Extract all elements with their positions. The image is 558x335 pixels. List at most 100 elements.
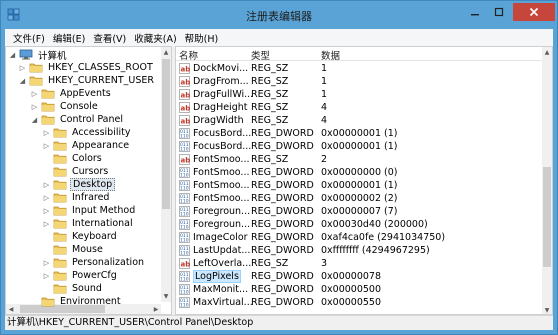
tree-item[interactable]: Cursors <box>42 165 110 178</box>
menu-edit[interactable]: 编辑(E) <box>49 31 89 45</box>
tree-item[interactable]: ▷ HKEY_CLASSES_ROOT <box>18 61 155 74</box>
folder-icon <box>53 219 67 229</box>
column-header-data[interactable]: 数据 <box>321 48 340 62</box>
tree-item[interactable]: ▷ Infrared <box>42 191 111 204</box>
list-row[interactable]: ab FontSmoo... REG_SZ 2 <box>176 153 542 166</box>
collapsed-arrow-icon[interactable]: ▷ <box>42 270 51 281</box>
svg-text:110: 110 <box>180 199 189 205</box>
list-row[interactable]: 011 110 MaxVirtual... REG_DWORD 0x00000550 <box>176 296 542 309</box>
menu-help[interactable]: 帮助(H) <box>181 31 223 45</box>
list-row[interactable]: ab DockMovi... REG_SZ 1 <box>176 62 542 75</box>
binary-value-icon: 011110 <box>179 232 190 243</box>
binary-value-icon: 011110 <box>179 271 190 282</box>
scroll-up-arrow-icon[interactable]: ▲ <box>542 47 552 58</box>
tree-item[interactable]: ▷ Console <box>30 100 100 113</box>
svg-text:110: 110 <box>180 303 189 309</box>
title-bar[interactable]: 注册表编辑器 <box>1 1 557 29</box>
scroll-up-arrow-icon[interactable]: ▲ <box>161 47 171 58</box>
tree-item[interactable]: Environment <box>30 295 123 308</box>
values-list[interactable]: 名称 类型 数据 ▲ ▼ ab DockMovi... REG_SZ 1 ab DragF… <box>175 46 553 315</box>
tree-item[interactable]: ▷ Input Method <box>42 204 137 217</box>
string-value-icon: ab <box>179 154 190 165</box>
value-type: REG_DWORD <box>251 180 314 191</box>
tree-item[interactable]: ▷ International <box>42 217 135 230</box>
list-row[interactable]: 011 110 ImageColor REG_DWORD 0xaf4ca0fe (294… <box>176 231 542 244</box>
scroll-left-arrow-icon[interactable]: ◀ <box>6 304 16 314</box>
tree-item[interactable]: Sound <box>42 282 104 295</box>
binary-value-icon: 011110 <box>179 219 190 230</box>
collapsed-arrow-icon[interactable]: ▷ <box>42 257 51 268</box>
menu-file[interactable]: 文件(F) <box>9 31 49 45</box>
scroll-down-arrow-icon[interactable]: ▼ <box>161 291 171 302</box>
collapsed-arrow-icon[interactable]: ▷ <box>42 127 51 138</box>
minimize-button[interactable] <box>463 3 487 21</box>
value-data-cell: 1 <box>321 75 546 88</box>
collapsed-arrow-icon[interactable]: ▷ <box>30 101 39 112</box>
value-data-cell: 0x00000550 <box>321 296 546 309</box>
value-type-cell: REG_DWORD <box>251 140 321 153</box>
binary-value-icon: 011110 <box>179 141 190 152</box>
close-button[interactable] <box>513 3 555 21</box>
tree-item-label: HKEY_CLASSES_ROOT <box>48 62 153 73</box>
list-row[interactable]: 011 110 LastUpdat... REG_DWORD 0xffffffff (4… <box>176 244 542 257</box>
list-row[interactable]: ab LeftOverla... REG_SZ 3 <box>176 257 542 270</box>
expanded-arrow-icon[interactable]: ◢ <box>30 114 39 125</box>
tree-item[interactable]: ▷ Appearance <box>42 139 131 152</box>
collapsed-arrow-icon[interactable]: ▷ <box>42 192 51 203</box>
list-row[interactable]: ab DragWidth REG_SZ 4 <box>176 114 542 127</box>
folder-icon <box>53 284 67 294</box>
menu-favorites[interactable]: 收藏夹(A) <box>130 31 180 45</box>
tree-item-label: Appearance <box>72 140 130 151</box>
value-data: 0x00000078 <box>321 271 382 282</box>
list-row[interactable]: ab DragHeight REG_SZ 4 <box>176 101 542 114</box>
value-data: 4 <box>321 115 328 126</box>
tree-item[interactable]: ▷ Personalization <box>42 256 146 269</box>
list-row[interactable]: 011 110 FontSmoo... REG_DWORD 0x00000000 (0) <box>176 166 542 179</box>
tree-item[interactable]: Keyboard <box>42 230 119 243</box>
collapsed-arrow-icon[interactable]: ▷ <box>30 88 39 99</box>
tree-item[interactable]: ▷ PowerCfg <box>42 269 119 282</box>
list-row[interactable]: 011 110 Foregroun... REG_DWORD 0x00000007 (7… <box>176 205 542 218</box>
expanded-arrow-icon[interactable]: ◢ <box>8 49 17 60</box>
expanded-arrow-icon[interactable]: ◢ <box>18 75 27 86</box>
list-row[interactable]: 011 110 FocusBord... REG_DWORD 0x00000001 (1… <box>176 140 542 153</box>
value-data-cell: 4 <box>321 101 546 114</box>
value-name: FontSmoo... <box>193 193 250 204</box>
list-row[interactable]: 011 110 LogPixels REG_DWORD 0x00000078 <box>176 270 542 283</box>
column-header-name[interactable]: 名称 <box>179 48 198 62</box>
tree-item[interactable]: ◢ 计算机 <box>8 48 69 62</box>
collapsed-arrow-icon[interactable]: ▷ <box>18 62 27 73</box>
svg-text:110: 110 <box>180 238 189 244</box>
svg-text:ab: ab <box>181 157 191 165</box>
registry-tree[interactable]: ▲ ▼ ◀ ▶ ◢ 计算机 ▷ HKEY_CLASSES_ROOT ◢ HKEY_CURR… <box>5 46 172 315</box>
binary-value-icon: 011110 <box>179 180 190 191</box>
list-row[interactable]: 011 110 FocusBord... REG_DWORD 0x00000001 (1… <box>176 127 542 140</box>
collapsed-arrow-icon[interactable]: ▷ <box>42 179 51 190</box>
column-header-type[interactable]: 类型 <box>251 48 270 62</box>
tree-item[interactable]: ◢ Control Panel <box>30 113 125 126</box>
collapsed-arrow-icon[interactable]: ▷ <box>42 218 51 229</box>
list-row[interactable]: 011 110 FontSmoo... REG_DWORD 0x00000002 (2) <box>176 192 542 205</box>
no-arrow-spacer <box>30 296 39 307</box>
list-row[interactable]: ab DragFrom... REG_SZ 1 <box>176 75 542 88</box>
tree-item[interactable]: ◢ HKEY_CURRENT_USER <box>18 74 156 87</box>
list-row[interactable]: 011 110 Foregroun... REG_DWORD 0x00030d40 (2… <box>176 218 542 231</box>
scroll-right-arrow-icon[interactable]: ▶ <box>151 304 161 314</box>
value-type-cell: REG_SZ <box>251 75 321 88</box>
collapsed-arrow-icon[interactable]: ▷ <box>42 205 51 216</box>
collapsed-arrow-icon[interactable]: ▷ <box>42 140 51 151</box>
tree-item[interactable]: ▷ Desktop <box>42 178 116 191</box>
value-data-cell: 0x00000001 (1) <box>321 127 546 140</box>
tree-item[interactable]: ▷ AppEvents <box>30 87 113 100</box>
tree-item[interactable]: Colors <box>42 152 104 165</box>
list-row[interactable]: 011 110 MaxMonit... REG_DWORD 0x00000500 <box>176 283 542 296</box>
svg-text:ab: ab <box>181 92 191 100</box>
list-row[interactable]: 011 110 FontSmoo... REG_DWORD 0x00000001 (1) <box>176 179 542 192</box>
tree-item[interactable]: ▷ Accessibility <box>42 126 132 139</box>
tree-item[interactable]: Mouse <box>42 243 105 256</box>
tree-vertical-scrollbar[interactable]: ▲ ▼ <box>161 47 171 302</box>
menu-view[interactable]: 查看(V) <box>89 31 130 45</box>
maximize-button[interactable] <box>487 3 511 21</box>
tree-scroll-thumb[interactable] <box>162 59 170 209</box>
list-row[interactable]: ab DragFullWi... REG_SZ 1 <box>176 88 542 101</box>
